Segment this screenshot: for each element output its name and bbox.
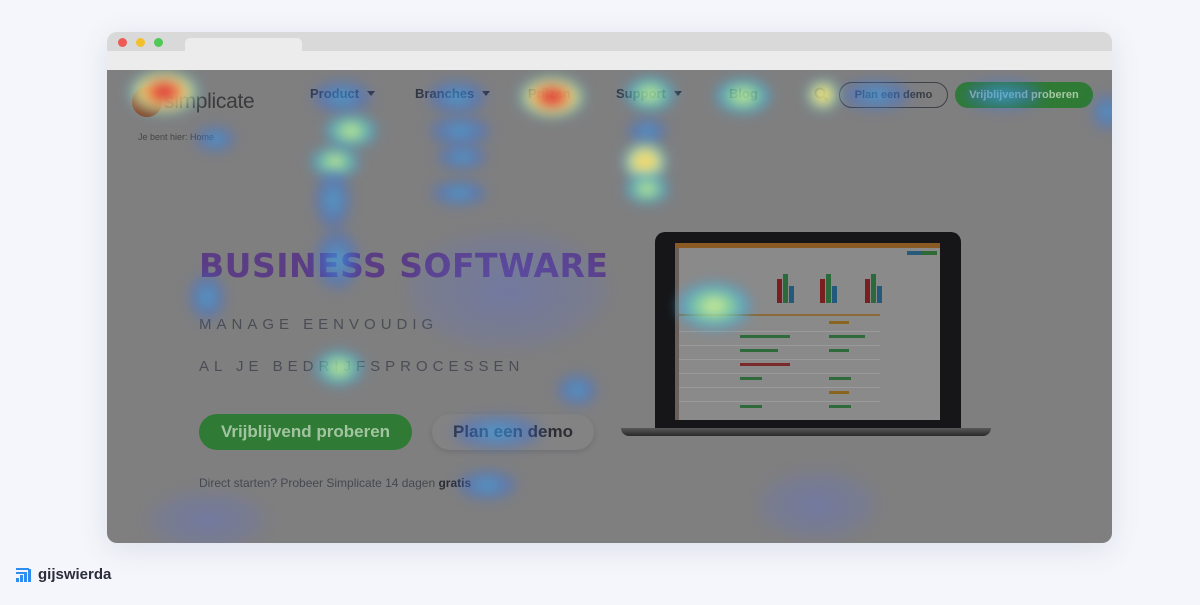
gijswierda-brand: gijswierda xyxy=(16,566,111,583)
nav-support-label: Support xyxy=(616,86,666,101)
table-divider xyxy=(679,359,880,360)
hero-subtitle-line2: AL JE BEDRIJFSPROCESSEN xyxy=(199,358,525,375)
chart-bar-blue xyxy=(789,286,794,303)
trial-button[interactable]: Vrijblijvend proberen xyxy=(199,414,412,450)
nav-prijzen-label: Prijzen xyxy=(528,86,571,101)
webpage-heatmap: simplicate Product Branches Prijzen Supp… xyxy=(107,70,1112,543)
progress-bar xyxy=(740,405,762,408)
heatmap-hotspot xyxy=(625,174,669,204)
minimize-window-button[interactable] xyxy=(136,38,145,47)
nav-prijzen[interactable]: Prijzen xyxy=(528,86,571,101)
progress-bar xyxy=(740,377,762,380)
logo-text: simplicate xyxy=(164,90,255,113)
table-divider xyxy=(679,401,880,402)
chart-bar-red xyxy=(777,279,782,303)
heatmap-haze xyxy=(757,470,877,540)
chart-bar-red xyxy=(820,279,825,303)
laptop-base xyxy=(621,428,991,436)
browser-tab[interactable] xyxy=(185,38,302,52)
heatmap-hotspot xyxy=(1092,94,1112,130)
chart-bar-blue xyxy=(877,286,882,303)
breadcrumb: Je bent hier: Home xyxy=(138,132,215,142)
trial-text-main: Direct starten? Probeer Simplicate 14 da… xyxy=(199,476,439,490)
chart-bar-green xyxy=(826,274,831,303)
progress-bar xyxy=(829,391,849,394)
progress-bar xyxy=(829,349,849,352)
dashboard-chart-3 xyxy=(865,273,895,303)
nav-trial-button[interactable]: Vrijblijvend proberen xyxy=(955,82,1093,108)
browser-titlebar xyxy=(107,32,1112,52)
nav-blog-label: Blog xyxy=(729,86,758,101)
heatmap-haze xyxy=(147,490,267,543)
hero-title: BUSINESS SOFTWARE xyxy=(199,246,609,285)
dashboard-sidebar xyxy=(675,248,679,420)
browser-window: simplicate Product Branches Prijzen Supp… xyxy=(107,32,1112,543)
chevron-down-icon xyxy=(673,91,682,96)
heatmap-hotspot xyxy=(429,116,491,146)
chevron-down-icon xyxy=(367,91,376,96)
progress-bar xyxy=(829,405,851,408)
dashboard-chart-1 xyxy=(777,273,807,303)
heatmap-hotspot xyxy=(315,170,351,230)
nav-branches[interactable]: Branches xyxy=(415,86,491,101)
search-icon[interactable] xyxy=(813,86,829,102)
laptop-mockup xyxy=(655,232,961,430)
table-divider xyxy=(679,331,880,332)
brand-logo-icon xyxy=(16,567,31,582)
brand-name: gijswierda xyxy=(38,566,112,583)
dashboard-table-header xyxy=(679,314,880,316)
chart-bar-green xyxy=(871,274,876,303)
heatmap-hotspot xyxy=(311,146,359,178)
heatmap-hotspot xyxy=(623,142,667,182)
hero-subtitle-line1: MANAGE EENVOUDIG xyxy=(199,316,439,333)
progress-bar xyxy=(829,377,851,380)
nav-blog[interactable]: Blog xyxy=(729,86,758,101)
progress-bar xyxy=(740,363,790,366)
heatmap-hotspot xyxy=(325,114,377,148)
trial-text: Direct starten? Probeer Simplicate 14 da… xyxy=(199,476,471,490)
heatmap-hotspot xyxy=(437,144,487,170)
trial-text-link[interactable]: gratis xyxy=(438,476,471,490)
dashboard-topbar xyxy=(675,243,940,248)
heatmap-hotspot xyxy=(557,374,597,406)
chart-bar-blue xyxy=(832,286,837,303)
chevron-down-icon xyxy=(482,91,491,96)
simplicate-logo[interactable]: simplicate xyxy=(132,87,255,117)
progress-bar xyxy=(829,321,849,324)
progress-bar xyxy=(740,335,790,338)
laptop-screen-dashboard xyxy=(675,243,940,420)
heatmap-hotspot xyxy=(431,180,487,206)
browser-toolbar xyxy=(107,51,1112,70)
close-window-button[interactable] xyxy=(118,38,127,47)
nav-support[interactable]: Support xyxy=(616,86,682,101)
table-divider xyxy=(679,387,880,388)
dashboard-buttons xyxy=(907,251,937,255)
progress-bar xyxy=(829,335,865,338)
chart-bar-green xyxy=(783,274,788,303)
dashboard-chart-2 xyxy=(820,273,850,303)
nav-product-label: Product xyxy=(310,86,360,101)
chart-bar-red xyxy=(865,279,870,303)
progress-bar xyxy=(740,349,778,352)
nav-branches-label: Branches xyxy=(415,86,475,101)
maximize-window-button[interactable] xyxy=(154,38,163,47)
nav-product[interactable]: Product xyxy=(310,86,376,101)
logo-mark-icon xyxy=(132,87,162,117)
plan-demo-button[interactable]: Plan een demo xyxy=(432,414,594,450)
nav-plan-demo-button[interactable]: Plan een demo xyxy=(839,82,948,108)
heatmap-hotspot xyxy=(627,118,667,144)
table-divider xyxy=(679,345,880,346)
table-divider xyxy=(679,373,880,374)
